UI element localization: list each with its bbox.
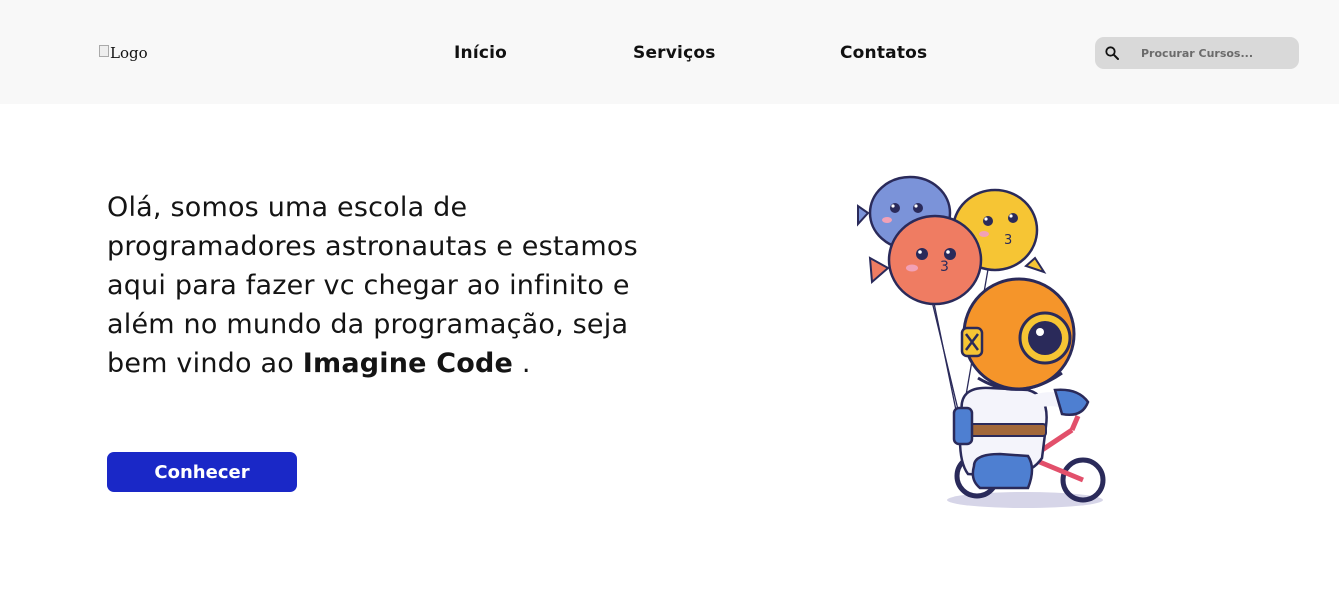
- conhecer-button[interactable]: Conhecer: [107, 452, 297, 492]
- logo-alt-text: Logo: [110, 44, 148, 62]
- hero-suffix: .: [513, 348, 531, 379]
- broken-image-icon: [99, 45, 109, 57]
- astronaut-diver-illustration: 3 3: [857, 175, 1106, 508]
- nav-link-inicio[interactable]: Início: [454, 43, 507, 63]
- search-input[interactable]: [1141, 46, 1291, 60]
- hero-illustration: 3 3: [850, 158, 1120, 518]
- nav-link-servicos[interactable]: Serviços: [633, 43, 716, 63]
- svg-text:3: 3: [1004, 233, 1012, 248]
- nav-link-contatos[interactable]: Contatos: [840, 43, 927, 63]
- search-icon[interactable]: [1101, 46, 1123, 60]
- brand-name: Imagine Code: [302, 348, 514, 379]
- site-header: Logo Início Serviços Contatos: [0, 0, 1339, 104]
- logo[interactable]: Logo: [99, 44, 148, 62]
- search-box: [1095, 37, 1299, 69]
- svg-text:3: 3: [940, 259, 949, 275]
- hero-text: Olá, somos uma escola de programadores a…: [107, 188, 647, 383]
